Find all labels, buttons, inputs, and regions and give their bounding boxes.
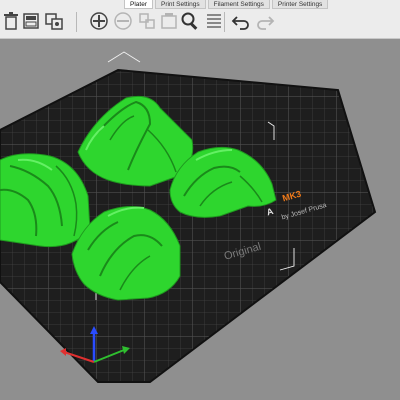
delete-icon[interactable]	[0, 10, 22, 32]
split-objects-icon[interactable]	[136, 10, 158, 32]
redo-icon[interactable]	[254, 10, 276, 32]
split-parts-icon[interactable]	[158, 10, 180, 32]
toolbar: Plater Print Settings Filament Settings …	[0, 0, 400, 39]
tab-printer-settings[interactable]: Printer Settings	[271, 0, 329, 9]
toolbar-separator	[76, 12, 77, 32]
arrange-icon[interactable]	[43, 10, 65, 32]
3d-viewport[interactable]: Original A MK3 by Josef Prusa	[0, 39, 400, 400]
delete-all-icon[interactable]	[20, 10, 42, 32]
tab-print-settings[interactable]: Print Settings	[154, 0, 206, 9]
remove-instance-icon[interactable]	[112, 10, 134, 32]
search-icon[interactable]	[179, 10, 201, 32]
undo-icon[interactable]	[230, 10, 252, 32]
tab-plater[interactable]: Plater	[124, 0, 153, 9]
tab-bar: Plater Print Settings Filament Settings …	[124, 0, 330, 9]
toolbar-separator	[224, 12, 225, 32]
add-instance-icon[interactable]	[88, 10, 110, 32]
tab-filament-settings[interactable]: Filament Settings	[207, 0, 270, 9]
layers-icon[interactable]	[203, 10, 225, 32]
